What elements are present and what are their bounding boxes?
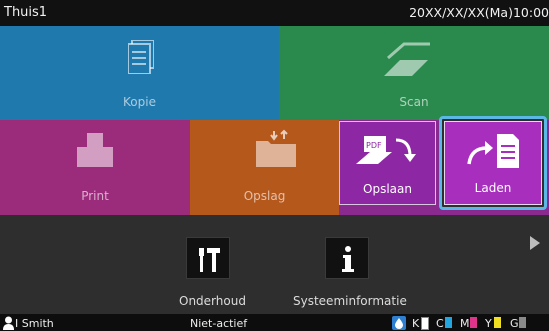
ink-y-label: Y [485,317,492,330]
printer-icon [77,133,113,167]
laden-label: Laden [474,181,512,195]
screen-title: Thuis1 [4,5,48,20]
print-tile[interactable]: Print [0,120,190,215]
opslag-label: Opslag [243,189,286,203]
status-bar: I Smith Niet-actief K C M Y G [0,314,549,331]
kopie-tile[interactable]: Kopie [0,26,279,120]
laden-button[interactable]: Laden [439,116,547,210]
ink-drop-icon [392,316,406,330]
info-icon [342,246,354,272]
save-pdf-icon: PDF [356,136,416,164]
ink-c-level [445,317,452,328]
datetime-display: 20XX/XX/XX(Ma)10:00 [409,5,549,20]
svg-text:PDF: PDF [366,141,382,150]
onderhoud-label: Onderhoud [179,294,246,308]
ink-c-label: C [436,317,444,330]
scanner-icon [384,42,430,76]
ink-y-level [494,317,501,328]
scan-label: Scan [399,95,429,109]
copy-document-icon [128,40,154,74]
onderhoud-button[interactable] [186,237,230,279]
load-document-icon [467,134,519,168]
opslaan-button[interactable]: PDF Opslaan [339,121,436,205]
storage-folder-icon [256,129,296,167]
opslaan-label: Opslaan [363,182,412,196]
ink-m-label: M [460,317,470,330]
ink-g-level [519,317,526,328]
ink-g-label: G [510,317,519,330]
header-bar: Thuis1 20XX/XX/XX(Ma)10:00 [0,0,549,26]
laden-button-face: Laden [444,121,542,205]
opslag-tile[interactable]: Opslag [190,120,339,215]
next-page-arrow-icon[interactable] [530,236,540,250]
ink-k-level [421,317,429,330]
print-label: Print [81,189,109,203]
user-name: I Smith [15,317,54,330]
systeeminformatie-label: Systeeminformatie [293,294,407,308]
machine-status: Niet-actief [190,317,248,330]
kopie-label: Kopie [123,95,156,109]
ink-m-level [470,317,477,328]
user-icon [3,316,14,330]
scan-tile[interactable]: Scan [279,26,549,120]
ink-level-button[interactable]: K C M Y G [392,314,549,331]
maintenance-tools-icon [199,248,220,272]
tools-area [0,215,549,315]
ink-k-label: K [412,317,420,330]
systeeminformatie-button[interactable] [325,237,369,279]
